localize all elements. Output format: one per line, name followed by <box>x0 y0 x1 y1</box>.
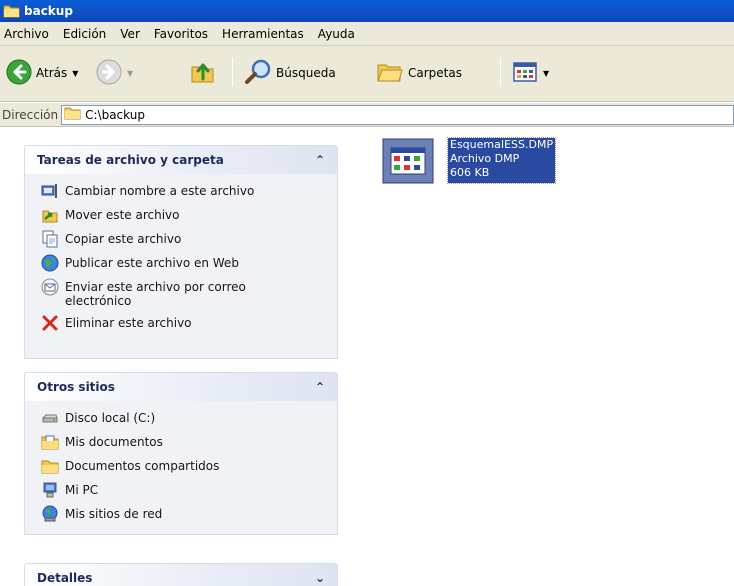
place-label: Disco local (C:) <box>65 411 156 425</box>
up-folder-button[interactable] <box>190 58 216 88</box>
back-arrow-icon <box>6 59 32 88</box>
address-input[interactable]: C:\backup <box>61 104 734 125</box>
menu-edicion[interactable]: Edición <box>56 23 113 45</box>
folders-button[interactable]: Carpetas <box>376 58 462 88</box>
collapse-chevron-icon[interactable]: ⌃ <box>315 153 325 167</box>
panel-title: Tareas de archivo y carpeta <box>37 153 224 167</box>
menu-favoritos[interactable]: Favoritos <box>147 23 215 45</box>
place-my-documents[interactable]: Mis documentos <box>41 433 327 451</box>
task-label: Mover este archivo <box>65 208 180 222</box>
task-label: Cambiar nombre a este archivo <box>65 184 255 198</box>
toolbar: Atrás ▼ ▼ Búsqueda Carpetas ▼ <box>0 46 734 102</box>
menu-herramientas[interactable]: Herramientas <box>215 23 311 45</box>
search-icon <box>244 59 272 88</box>
task-label: Enviar este archivo por correo electróni… <box>65 280 246 308</box>
main-content: Tareas de archivo y carpeta ⌃ Cambiar no… <box>0 127 734 586</box>
address-bar: Dirección C:\backup <box>0 103 734 127</box>
place-network[interactable]: Mis sitios de red <box>41 505 327 523</box>
other-places-body: Disco local (C:) Mis documentos Document… <box>24 401 338 535</box>
file-tasks-header[interactable]: Tareas de archivo y carpeta ⌃ <box>24 145 338 174</box>
address-path: C:\backup <box>85 107 145 122</box>
expand-chevron-icon[interactable]: ⌄ <box>315 571 325 585</box>
folders-icon <box>376 59 404 88</box>
menu-ayuda[interactable]: Ayuda <box>311 23 362 45</box>
other-places-panel: Otros sitios ⌃ Disco local (C:) Mis docu… <box>24 372 338 535</box>
address-label: Dirección <box>2 107 59 122</box>
task-label: Publicar este archivo en Web <box>65 256 239 270</box>
documents-folder-icon <box>41 433 59 451</box>
rename-icon <box>41 182 59 200</box>
details-header[interactable]: Detalles ⌄ <box>24 563 338 586</box>
place-label: Mis sitios de red <box>65 507 163 521</box>
file-tasks-body: Cambiar nombre a este archivo Mover este… <box>24 174 338 359</box>
place-label: Mis documentos <box>65 435 163 449</box>
menu-bar: Archivo Edición Ver Favoritos Herramient… <box>0 22 734 46</box>
file-size: 606 KB <box>450 166 490 179</box>
views-icon <box>512 60 538 87</box>
computer-icon <box>41 481 59 499</box>
file-info[interactable]: EsquemaIESS.DMP Archivo DMP 606 KB <box>446 137 557 184</box>
file-name: EsquemaIESS.DMP <box>450 138 554 151</box>
panel-title: Otros sitios <box>37 380 115 394</box>
dmp-file-icon <box>382 138 434 184</box>
network-globe-icon <box>41 505 59 523</box>
move-icon <box>41 206 59 224</box>
task-rename[interactable]: Cambiar nombre a este archivo <box>41 182 327 200</box>
views-button[interactable]: ▼ <box>512 58 549 88</box>
forward-arrow-icon <box>96 59 122 88</box>
folder-icon <box>64 106 81 123</box>
place-label: Documentos compartidos <box>65 459 220 473</box>
window-title: backup <box>24 4 73 18</box>
task-label: Eliminar este archivo <box>65 316 192 330</box>
task-publish[interactable]: Publicar este archivo en Web <box>41 254 327 272</box>
search-label: Búsqueda <box>276 66 336 80</box>
title-bar[interactable]: backup <box>0 0 734 22</box>
shared-folder-icon <box>41 457 59 475</box>
task-copy[interactable]: Copiar este archivo <box>41 230 327 248</box>
other-places-header[interactable]: Otros sitios ⌃ <box>24 372 338 401</box>
folder-icon <box>3 4 21 18</box>
up-folder-icon <box>190 59 216 88</box>
delete-icon <box>41 314 59 332</box>
chevron-down-icon[interactable]: ▼ <box>543 69 549 78</box>
place-label: Mi PC <box>65 483 99 497</box>
place-shared-documents[interactable]: Documentos compartidos <box>41 457 327 475</box>
task-delete[interactable]: Eliminar este archivo <box>41 314 327 332</box>
chevron-down-icon[interactable]: ▼ <box>72 69 78 78</box>
file-tasks-panel: Tareas de archivo y carpeta ⌃ Cambiar no… <box>24 145 338 359</box>
email-icon <box>41 278 59 296</box>
menu-ver[interactable]: Ver <box>113 23 147 45</box>
drive-icon <box>41 409 59 427</box>
place-local-disk[interactable]: Disco local (C:) <box>41 409 327 427</box>
panel-title: Detalles <box>37 571 93 585</box>
place-my-computer[interactable]: Mi PC <box>41 481 327 499</box>
task-move[interactable]: Mover este archivo <box>41 206 327 224</box>
details-panel: Detalles ⌄ <box>24 563 338 586</box>
file-type: Archivo DMP <box>450 152 520 165</box>
collapse-chevron-icon[interactable]: ⌃ <box>315 380 325 394</box>
file-item[interactable]: EsquemaIESS.DMP Archivo DMP 606 KB <box>382 137 557 184</box>
back-label: Atrás <box>36 66 68 80</box>
back-button[interactable]: Atrás ▼ <box>6 58 78 88</box>
task-label: Copiar este archivo <box>65 232 182 246</box>
globe-icon <box>41 254 59 272</box>
task-email[interactable]: Enviar este archivo por correo electróni… <box>41 278 327 308</box>
folders-label: Carpetas <box>408 66 462 80</box>
chevron-down-icon[interactable]: ▼ <box>127 69 133 78</box>
forward-button[interactable]: ▼ <box>96 58 133 88</box>
menu-archivo[interactable]: Archivo <box>0 23 56 45</box>
search-button[interactable]: Búsqueda <box>244 58 336 88</box>
copy-icon <box>41 230 59 248</box>
